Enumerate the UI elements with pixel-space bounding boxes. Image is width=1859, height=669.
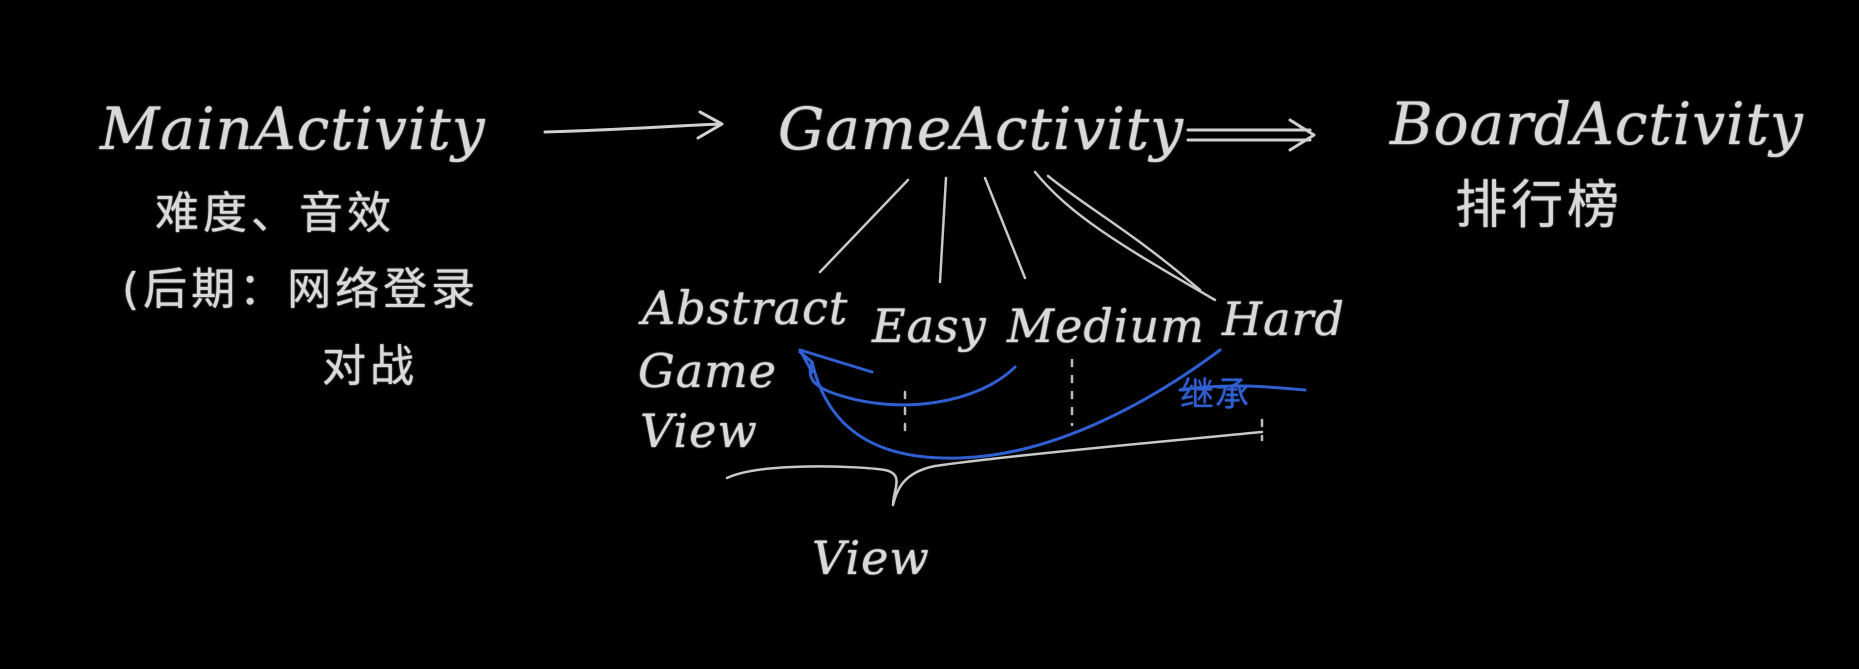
view-brace xyxy=(725,430,1264,507)
inherit-note: 继承 xyxy=(1180,375,1250,415)
main-activity-label: MainActivity xyxy=(100,95,486,163)
branch-lines xyxy=(818,170,1217,302)
view-label: View xyxy=(812,531,930,585)
easy-label: Easy xyxy=(872,299,987,353)
medium-label: Medium xyxy=(1007,299,1205,353)
hard-label: Hard xyxy=(1222,292,1345,346)
main-activity-note-later-online: (后期：网络登录 xyxy=(122,264,480,315)
board-activity-label: BoardActivity xyxy=(1390,90,1804,158)
main-activity-note-battle: 对战 xyxy=(322,341,418,392)
abstract-game-view-line2: Game xyxy=(638,344,778,398)
game-activity-label: GameActivity xyxy=(778,95,1184,163)
chalkboard-diagram: MainActivity 难度、音效 (后期：网络登录 对战 GameActiv… xyxy=(0,0,1859,669)
abstract-game-view-line1: Abstract xyxy=(642,281,849,335)
double-arrow-game-to-board xyxy=(1186,118,1316,152)
arrow-main-to-game xyxy=(543,110,724,140)
main-activity-note-difficulty-sound: 难度、音效 xyxy=(155,188,395,239)
board-activity-note-leaderboard: 排行榜 xyxy=(1455,176,1624,236)
abstract-game-view-line3: View xyxy=(640,404,758,458)
